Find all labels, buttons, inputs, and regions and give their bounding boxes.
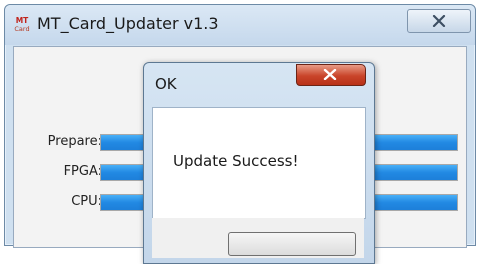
cpu-label: CPU:: [71, 194, 102, 209]
main-title-bar[interactable]: MT Card MT_Card_Updater v1.3: [5, 5, 475, 45]
ok-button[interactable]: [228, 232, 356, 256]
dialog-message: Update Success!: [173, 152, 299, 170]
close-icon: [432, 15, 446, 27]
dialog-title: OK: [155, 75, 177, 93]
prepare-label: Prepare:: [47, 134, 102, 149]
fpga-label: FPGA:: [63, 164, 102, 179]
window-title: MT_Card_Updater v1.3: [37, 14, 219, 33]
app-logo-top: MT: [15, 16, 29, 25]
dialog-body: Update Success!: [152, 107, 366, 219]
main-close-button[interactable]: [407, 9, 471, 33]
dialog-footer: [152, 218, 364, 258]
app-logo-bottom: Card: [14, 25, 30, 33]
dialog-close-button[interactable]: [296, 64, 366, 86]
app-logo: MT Card: [14, 16, 30, 36]
close-icon: [323, 69, 337, 80]
ok-dialog: OK Update Success!: [143, 62, 375, 264]
